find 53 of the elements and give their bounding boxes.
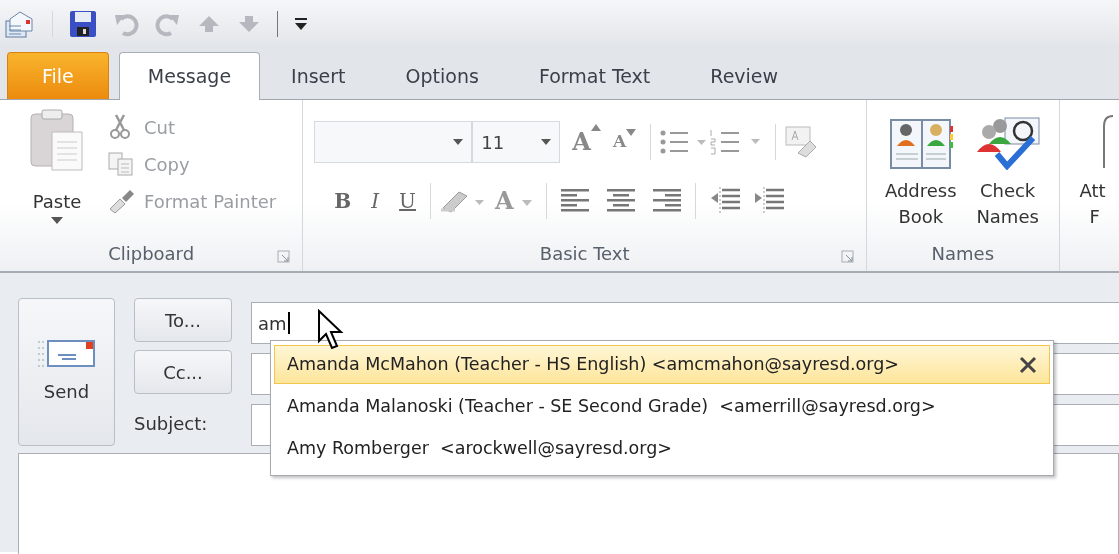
caret-up-icon: [590, 124, 601, 131]
dropdown-arrow-icon: [521, 199, 532, 206]
ribbon-tab[interactable]: Format Text: [509, 52, 680, 99]
ribbon-tab[interactable]: Options: [376, 52, 508, 99]
suggestion-item[interactable]: Amy Romberger <arockwell@sayresd.org>: [274, 429, 1050, 468]
grow-font-button[interactable]: A: [566, 124, 607, 160]
ribbon-button[interactable]: Att F: [1079, 178, 1119, 230]
dropdown-arrow-icon: [453, 139, 464, 145]
mail-app-icon[interactable]: [4, 9, 36, 39]
group-label: Names: [931, 243, 995, 264]
font-size-combo[interactable]: 11: [472, 121, 561, 163]
align-left-icon[interactable]: [560, 189, 589, 213]
paintbrush-icon: [108, 187, 136, 215]
decrease-indent-icon[interactable]: [709, 186, 742, 216]
to-field[interactable]: am: [251, 302, 1119, 344]
group-label: Clipboard: [108, 243, 195, 264]
ribbon-button[interactable]: Check Names: [974, 114, 1041, 230]
ribbon-tab[interactable]: Message: [118, 52, 261, 100]
redo-icon[interactable]: [155, 11, 181, 37]
check-names-icon: [974, 114, 1041, 170]
copy-icon: [108, 150, 136, 178]
bold-button[interactable]: B: [328, 186, 358, 216]
shrink-font-button[interactable]: A: [606, 129, 643, 155]
suggestion-item[interactable]: Amanda McMahon (Teacher - HS English) <amcmahon@sayresd.org>: [274, 345, 1050, 384]
dialog-launcher-icon[interactable]: [277, 250, 291, 263]
dropdown-arrow-icon: [541, 139, 552, 145]
clipboard-icon: [28, 108, 86, 172]
italic-button[interactable]: I: [365, 186, 386, 216]
clear-formatting-icon[interactable]: [784, 125, 819, 159]
send-button[interactable]: Send: [18, 298, 115, 446]
up-arrow-icon[interactable]: [197, 14, 221, 34]
subject-label: Subject:: [134, 412, 209, 436]
caret-down-icon: [626, 129, 637, 137]
align-center-icon[interactable]: [606, 189, 635, 213]
increase-indent-icon[interactable]: [753, 186, 786, 216]
suggestion-item[interactable]: Amanda Malanoski (Teacher - SE Second Grade) <amerrill@sayresd.org>: [274, 387, 1050, 426]
close-icon[interactable]: [1019, 355, 1037, 374]
customize-dropdown-icon[interactable]: [294, 17, 308, 31]
ribbon-tab[interactable]: Review: [681, 52, 808, 99]
envelope-icon: [37, 339, 96, 368]
ribbon-button[interactable]: Address Book: [884, 114, 957, 230]
cc-button[interactable]: Cc...: [134, 350, 232, 394]
down-arrow-icon[interactable]: [237, 14, 261, 34]
group-label: Basic Text: [539, 243, 630, 264]
save-icon[interactable]: [69, 10, 97, 38]
paste-button[interactable]: Paste: [20, 108, 94, 271]
to-button[interactable]: To...: [134, 298, 232, 342]
underline-button[interactable]: U: [393, 186, 422, 216]
undo-icon[interactable]: [113, 11, 139, 37]
caret-icon: [51, 217, 63, 225]
align-right-icon[interactable]: [652, 189, 681, 213]
ribbon-tab[interactable]: Insert: [262, 52, 375, 99]
dialog-launcher-icon[interactable]: [841, 250, 855, 263]
